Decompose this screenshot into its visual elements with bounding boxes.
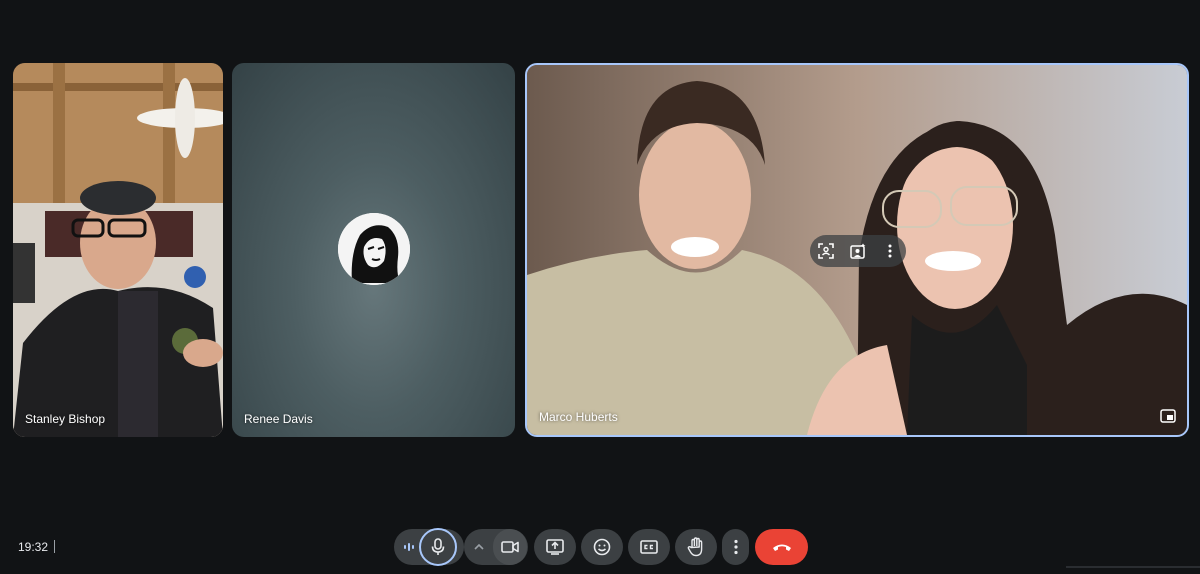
chevron-up-icon[interactable] [471,540,487,554]
audio-level-icon [402,540,416,554]
captions-button[interactable] [628,529,670,565]
avatar [338,213,410,285]
visual-effects-icon[interactable] [847,240,869,262]
bottom-edge-line [1066,566,1200,568]
captions-icon [640,540,658,554]
participant-name: Marco Huberts [539,410,618,424]
present-screen-button[interactable] [534,529,576,565]
raise-hand-icon [687,537,705,557]
present-screen-icon [546,539,564,555]
picture-in-picture-icon[interactable] [1157,405,1179,427]
participant-tile-renee[interactable]: Renee Davis [232,63,515,437]
more-vert-icon [733,539,739,555]
frame-person-icon[interactable] [815,240,837,262]
microphone-icon [431,538,445,556]
more-vert-icon[interactable] [879,240,901,262]
avatar-image [338,213,410,285]
raise-hand-button[interactable] [675,529,717,565]
more-options-button[interactable] [722,529,749,565]
participant-video [13,63,223,437]
end-call-button[interactable] [755,529,808,565]
emoji-icon [593,538,611,556]
participant-name: Stanley Bishop [25,412,106,426]
meeting-clock: 19:32 [18,540,49,554]
microphone-button[interactable] [419,528,457,566]
participant-tile-stanley[interactable]: Stanley Bishop [13,63,223,437]
emoji-reactions-button[interactable] [581,529,623,565]
camera-button[interactable] [493,529,527,565]
participant-name: Renee Davis [244,412,313,426]
camera-icon [501,540,519,554]
participant-tile-marco[interactable]: Marco Huberts [525,63,1189,437]
tile-hover-controls [810,235,906,267]
clock-divider [54,540,55,553]
end-call-icon [772,542,792,552]
